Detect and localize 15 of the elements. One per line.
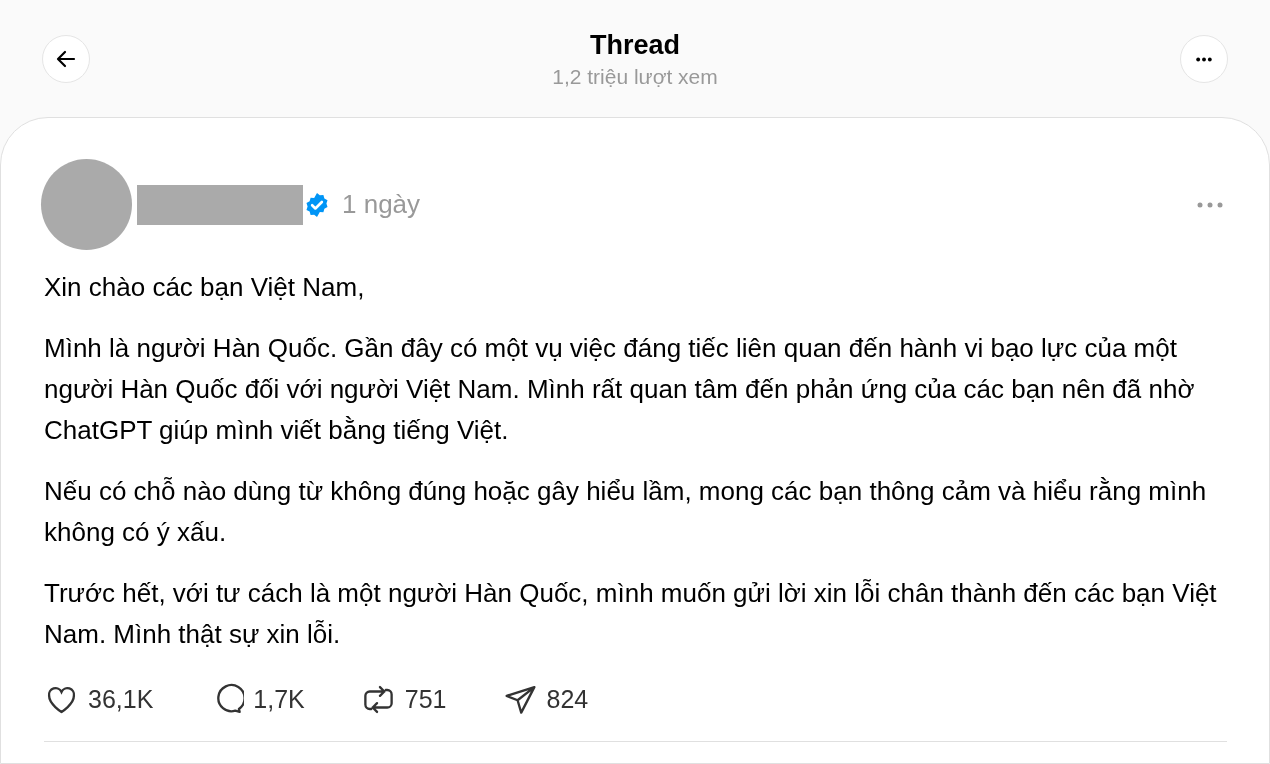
post-paragraph: Nếu có chỗ nào dùng từ không đúng hoặc gây hiểu lầm, mong các bạn thông cảm và hiểu rằng mình không có ý xấu. [44, 475, 1208, 549]
like-button[interactable]: 36,1K [44, 681, 154, 719]
post-paragraph: Mình là người Hàn Quốc. Gần đây có một vụ việc đáng tiếc liên quan đến hành vi bạo lực của một người Hàn Quốc đối với người Việt Nam. Mình rất quan tâm đến phản ứng của các bạn nên đã nhờ ChatGPT giúp mình viết bằng tiếng Việt. [44, 332, 1196, 447]
post-paragraph: Xin chào các bạn Việt Nam, [44, 271, 366, 304]
post-time: 1 ngày [342, 188, 421, 221]
more-options-button[interactable] [1180, 35, 1228, 83]
page-title: Thread [590, 29, 680, 62]
back-button[interactable] [42, 35, 90, 83]
post-paragraph: Trước hết, với tư cách là một người Hàn Quốc, mình muốn gửi lời xin lỗi chân thành đến các bạn Việt Nam. Mình thật sự xin lỗi. [44, 577, 1218, 651]
more-icon [1195, 56, 1213, 62]
share-button[interactable]: 824 [502, 681, 589, 719]
view-count: 1,2 triệu lượt xem [552, 64, 718, 90]
reply-button[interactable]: 1,7K [209, 681, 305, 719]
more-icon[interactable] [1197, 201, 1223, 208]
repost-button[interactable]: 751 [360, 681, 447, 719]
